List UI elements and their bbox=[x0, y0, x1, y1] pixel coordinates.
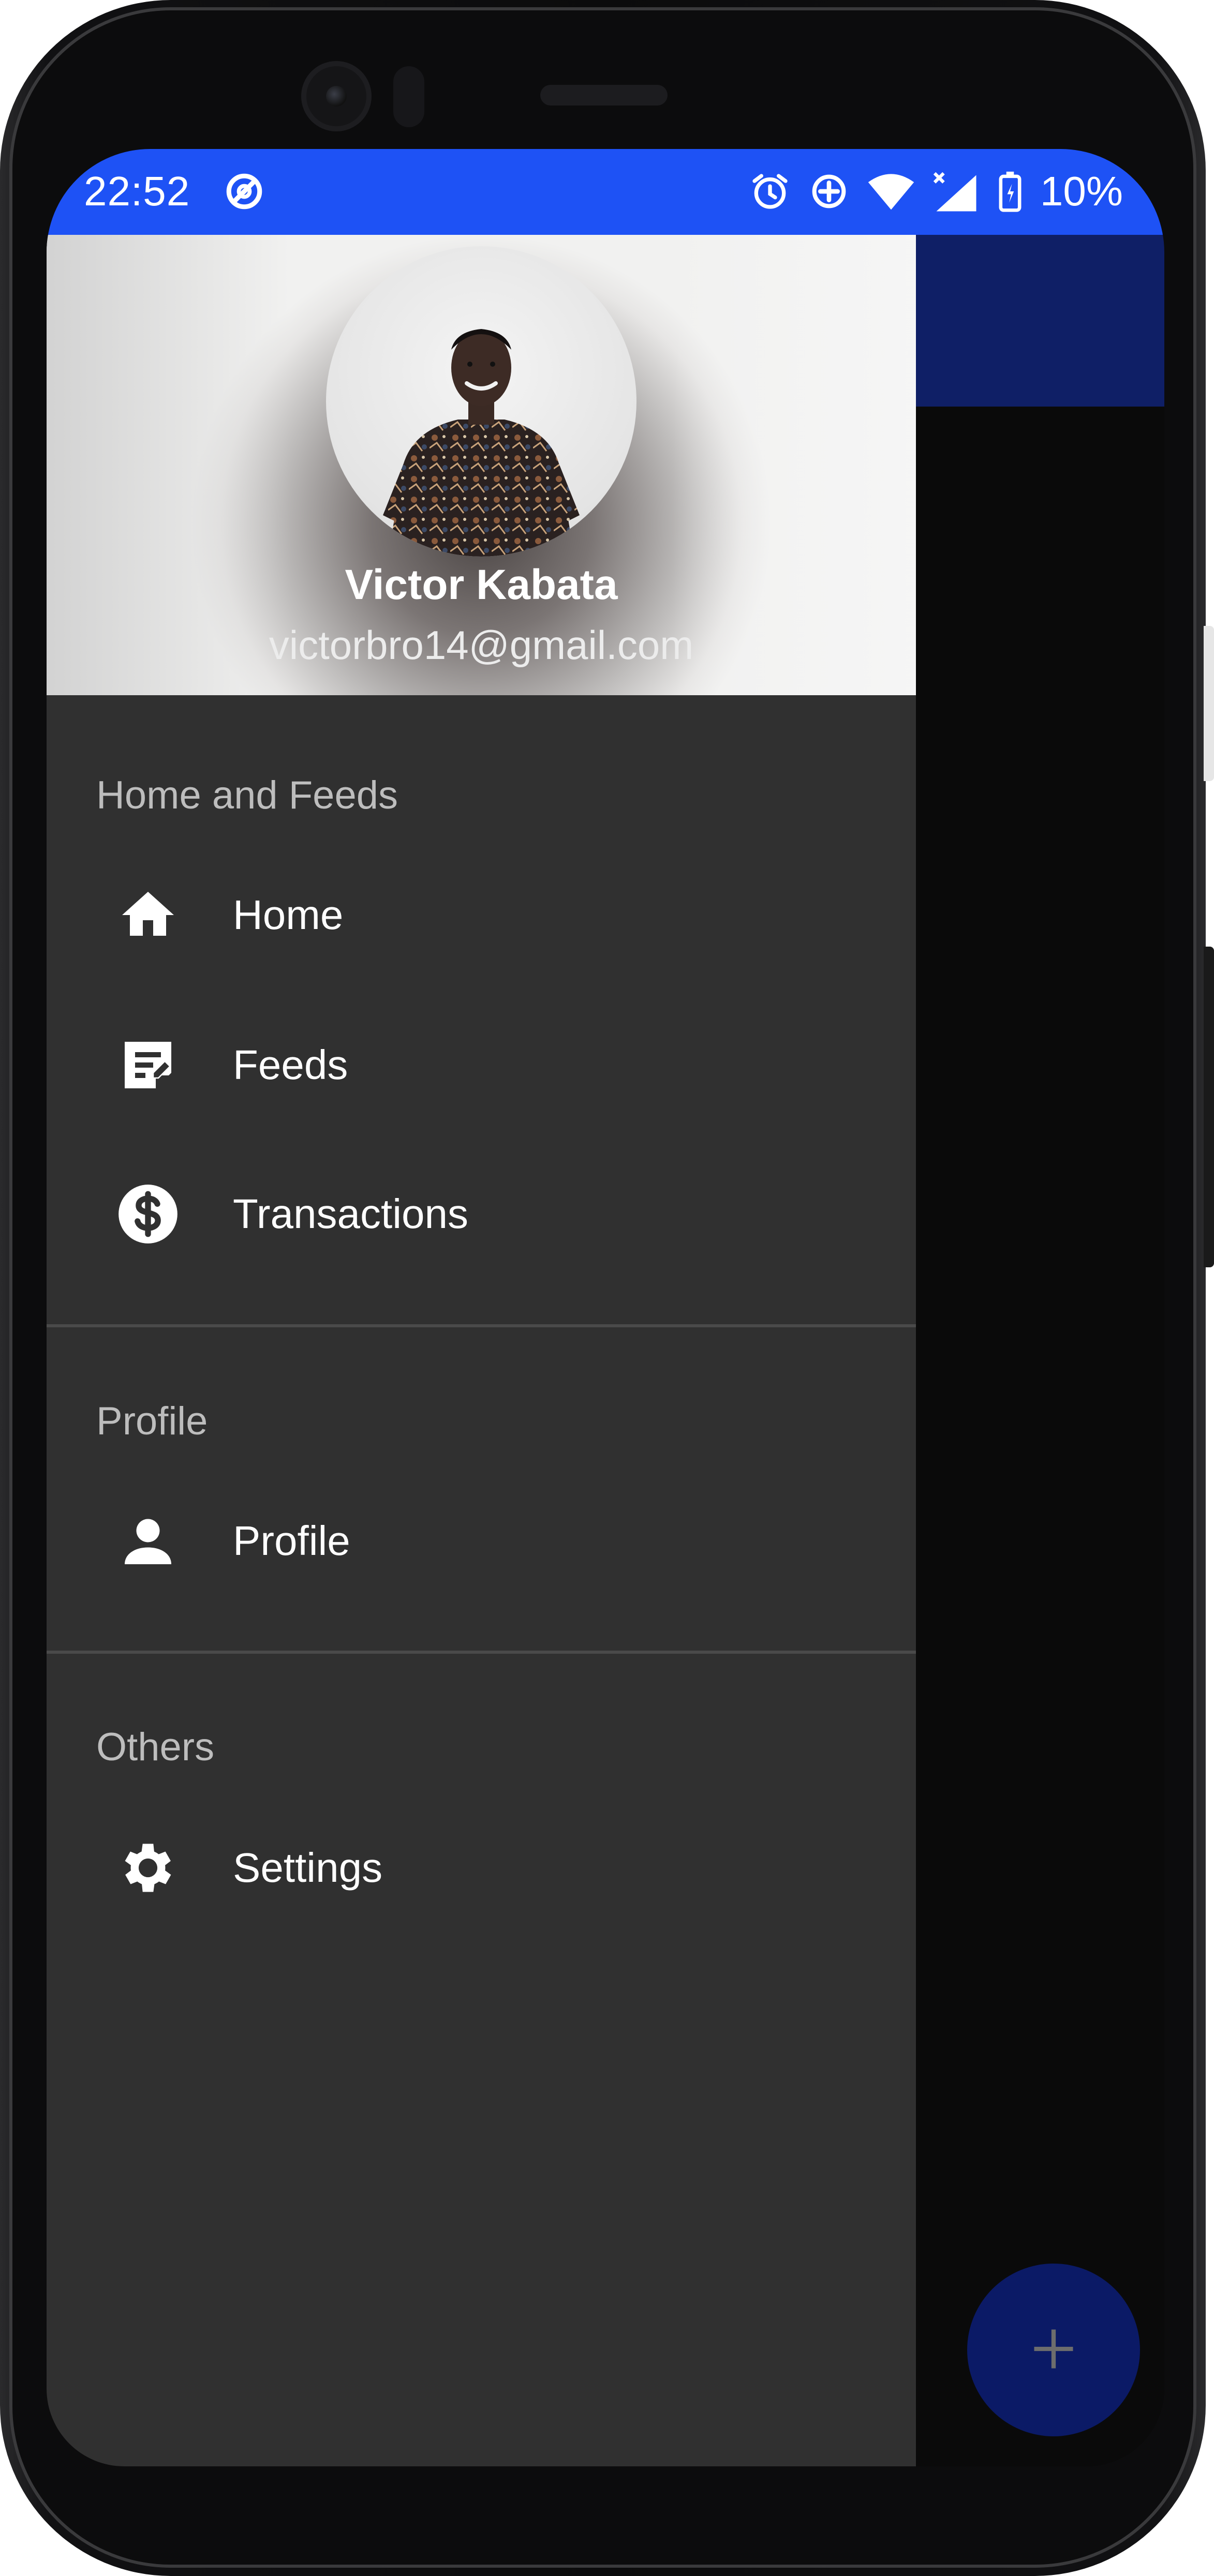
menu-item-home[interactable]: Home bbox=[47, 845, 916, 985]
plus-icon bbox=[1028, 2323, 1079, 2377]
divider bbox=[47, 1324, 916, 1327]
section-header-others: Others bbox=[96, 1725, 215, 1769]
front-camera bbox=[301, 61, 372, 131]
navigation-drawer: Victor Kabata victorbro14@gmail.com Home… bbox=[47, 235, 916, 2466]
status-bar: 22:52 10% bbox=[47, 149, 1164, 235]
add-fab-button[interactable] bbox=[967, 2264, 1140, 2436]
person-icon bbox=[114, 1507, 182, 1575]
divider bbox=[47, 1651, 916, 1654]
alarm-icon bbox=[749, 171, 791, 212]
gear-icon bbox=[114, 1834, 182, 1902]
menu-item-profile[interactable]: Profile bbox=[47, 1471, 916, 1611]
menu-item-label: Settings bbox=[233, 1845, 383, 1891]
menu-item-transactions[interactable]: Transactions bbox=[47, 1144, 916, 1284]
wifi-icon bbox=[867, 171, 915, 212]
menu-item-label: Profile bbox=[233, 1518, 350, 1564]
menu-item-label: Transactions bbox=[233, 1191, 468, 1237]
status-time: 22:52 bbox=[84, 168, 190, 214]
camera-lens bbox=[326, 86, 347, 107]
screen: 22:52 10% Victor Kabata victorbro14@gmai… bbox=[47, 149, 1164, 2466]
earpiece-speaker bbox=[540, 85, 668, 106]
status-icons: 10% bbox=[749, 166, 1123, 217]
menu-item-label: Feeds bbox=[233, 1042, 348, 1088]
battery-icon bbox=[998, 171, 1023, 212]
battery-percent: 10% bbox=[1040, 168, 1123, 214]
proximity-sensor bbox=[393, 66, 424, 127]
section-header-profile: Profile bbox=[96, 1399, 208, 1443]
cell-signal-icon bbox=[932, 170, 980, 213]
home-icon bbox=[114, 881, 182, 949]
profile-photo bbox=[383, 329, 580, 557]
user-email: victorbro14@gmail.com bbox=[269, 622, 694, 668]
menu-item-label: Home bbox=[233, 892, 344, 938]
user-name: Victor Kabata bbox=[345, 561, 618, 608]
section-header-home-and-feeds: Home and Feeds bbox=[96, 773, 398, 817]
menu-item-feeds[interactable]: Feeds bbox=[47, 995, 916, 1135]
side-button-lower bbox=[1204, 947, 1214, 1267]
avatar[interactable] bbox=[326, 246, 636, 557]
drawer-header: Victor Kabata victorbro14@gmail.com bbox=[47, 235, 916, 695]
menu-item-settings[interactable]: Settings bbox=[47, 1798, 916, 1938]
sync-icon bbox=[808, 171, 850, 212]
feeds-icon bbox=[114, 1031, 182, 1099]
data-saver-icon bbox=[223, 170, 266, 213]
side-button-upper bbox=[1204, 626, 1214, 781]
dollar-icon bbox=[114, 1180, 182, 1248]
